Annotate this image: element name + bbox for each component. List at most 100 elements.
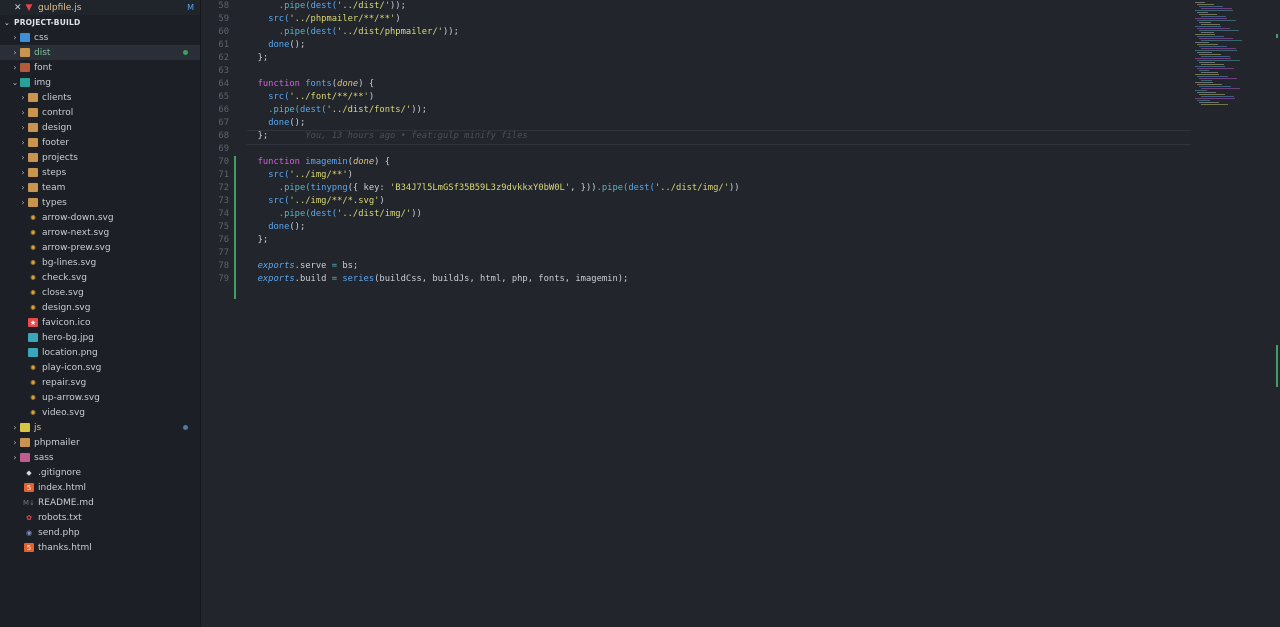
gulp-icon: ▼ xyxy=(25,2,33,13)
code-line[interactable]: 76 }; xyxy=(201,234,1191,247)
code-line[interactable]: 66 .pipe(dest('../dist/fonts/')); xyxy=(201,104,1191,117)
code-line[interactable]: 79 exports.build = series(buildCss, buil… xyxy=(201,273,1191,286)
minimap-line xyxy=(1195,98,1235,99)
svg-file-icon: ✺ xyxy=(30,303,36,312)
project-title: PROJECT-BUILD xyxy=(14,18,81,27)
file-check-svg[interactable]: ✺ check.svg xyxy=(0,270,200,285)
code-line[interactable]: 60 .pipe(dest('../dist/phpmailer/')); xyxy=(201,26,1191,39)
svg-file-icon: ✺ xyxy=(30,363,36,372)
folder-dist[interactable]: › dist xyxy=(0,45,200,60)
close-icon[interactable]: ✕ xyxy=(14,3,24,13)
file-design-svg[interactable]: ✺ design.svg xyxy=(0,300,200,315)
folder-steps[interactable]: › steps xyxy=(0,165,200,180)
code-line[interactable]: 59 src('../phpmailer/**/**') xyxy=(201,13,1191,26)
vertical-scrollbar[interactable] xyxy=(1273,0,1280,627)
code-token: '../dist/img/' xyxy=(337,209,412,219)
file-close-svg[interactable]: ✺ close.svg xyxy=(0,285,200,300)
file-arrow-prew-svg[interactable]: ✺ arrow-prew.svg xyxy=(0,240,200,255)
file-arrow-next-svg[interactable]: ✺ arrow-next.svg xyxy=(0,225,200,240)
code-editor[interactable]: 58 .pipe(dest('../dist/')); 59 src('../ph… xyxy=(201,0,1280,627)
code-line[interactable]: 65 src('../font/**/**') xyxy=(201,91,1191,104)
folder-css[interactable]: › css xyxy=(0,30,200,45)
folder-clients[interactable]: › clients xyxy=(0,90,200,105)
php-folder-icon xyxy=(20,438,30,447)
folder-js[interactable]: › js xyxy=(0,420,200,435)
explorer-sidebar: ✕ ▼ gulpfile.js M ⌄ PROJECT-BUILD › css › d… xyxy=(0,0,201,627)
tree-item-label: robots.txt xyxy=(38,512,82,523)
code-token: dest( xyxy=(310,1,338,11)
code-line[interactable]: 69 xyxy=(201,143,1191,156)
folder-font[interactable]: › font xyxy=(0,60,200,75)
file-index-html[interactable]: 5 index.html xyxy=(0,480,200,495)
line-number: 66 xyxy=(218,105,229,115)
folder-img[interactable]: ⌄ img xyxy=(0,75,200,90)
open-editor-gulpfile[interactable]: ✕ ▼ gulpfile.js M xyxy=(0,0,200,15)
code-line[interactable]: 68 }; You, 13 hours ago • feat:gulp mini… xyxy=(201,130,1191,143)
code-line[interactable]: 73 src('../img/**/*.svg') xyxy=(201,195,1191,208)
folder-projects[interactable]: › projects xyxy=(0,150,200,165)
file-bg-lines-svg[interactable]: ✺ bg-lines.svg xyxy=(0,255,200,270)
code-line[interactable]: 62 }; xyxy=(201,52,1191,65)
code-line[interactable]: 64 function fonts(done) { xyxy=(201,78,1191,91)
file-robots-txt[interactable]: ✿ robots.txt xyxy=(0,510,200,525)
file-arrow-down-svg[interactable]: ✺ arrow-down.svg xyxy=(0,210,200,225)
minimap[interactable] xyxy=(1193,0,1273,110)
chevron-right-icon: › xyxy=(21,198,25,207)
code-line[interactable]: 77 xyxy=(201,247,1191,260)
file-favicon-ico[interactable]: ★ favicon.ico xyxy=(0,315,200,330)
folder-footer[interactable]: › footer xyxy=(0,135,200,150)
file-play-icon-svg[interactable]: ✺ play-icon.svg xyxy=(0,360,200,375)
file-send-php[interactable]: ◉ send.php xyxy=(0,525,200,540)
tree-item-label: arrow-next.svg xyxy=(42,227,110,238)
file-readme-md[interactable]: M↓ README.md xyxy=(0,495,200,510)
code-line[interactable]: 58 .pipe(dest('../dist/')); xyxy=(201,0,1191,13)
folder-types[interactable]: › types xyxy=(0,195,200,210)
code-line[interactable]: 70 function imagemin(done) { xyxy=(201,156,1191,169)
file-repair-svg[interactable]: ✺ repair.svg xyxy=(0,375,200,390)
code-line[interactable]: 71 src('../img/**') xyxy=(201,169,1191,182)
php-file-icon: ◉ xyxy=(25,528,33,537)
code-line[interactable]: 67 done(); xyxy=(201,117,1191,130)
minimap-line xyxy=(1197,52,1212,53)
folder-design[interactable]: › design xyxy=(0,120,200,135)
code-token: )); xyxy=(411,105,428,115)
code-token: exports xyxy=(257,261,295,271)
line-number: 70 xyxy=(218,157,229,167)
minimap-line xyxy=(1199,46,1227,47)
minimap-line xyxy=(1195,74,1219,75)
code-line[interactable]: 61 done(); xyxy=(201,39,1191,52)
folder-phpmailer[interactable]: › phpmailer xyxy=(0,435,200,450)
font-folder-icon xyxy=(20,63,30,72)
file-thanks-html[interactable]: 5 thanks.html xyxy=(0,540,200,555)
file-hero-bg-jpg[interactable]: hero-bg.jpg xyxy=(0,330,200,345)
code-token: bs; xyxy=(337,261,359,271)
code-token: function xyxy=(257,79,306,89)
code-token: ) { xyxy=(374,157,391,167)
git-status-dot xyxy=(183,425,188,430)
file--gitignore[interactable]: ◆ .gitignore xyxy=(0,465,200,480)
file-location-png[interactable]: location.png xyxy=(0,345,200,360)
code-line[interactable]: 74 .pipe(dest('../dist/img/')) xyxy=(201,208,1191,221)
folder-team[interactable]: › team xyxy=(0,180,200,195)
code-line[interactable]: 78 exports.serve = bs; xyxy=(201,260,1191,273)
code-line[interactable]: 75 done(); xyxy=(201,221,1191,234)
file-up-arrow-svg[interactable]: ✺ up-arrow.svg xyxy=(0,390,200,405)
folder-sass[interactable]: › sass xyxy=(0,450,200,465)
folder-icon xyxy=(28,138,38,147)
code-line[interactable]: 72 .pipe(tinypng({ key: 'B34J7l5LmGSf35B… xyxy=(201,182,1191,195)
explorer-section-header[interactable]: ⌄ PROJECT-BUILD xyxy=(0,15,200,30)
line-number: 71 xyxy=(218,170,229,180)
chevron-down-icon: ⌄ xyxy=(4,18,11,27)
code-token: }; xyxy=(247,131,269,141)
code-line[interactable]: 63 xyxy=(201,65,1191,78)
folder-control[interactable]: › control xyxy=(0,105,200,120)
code-token: done xyxy=(352,157,375,167)
folder-icon xyxy=(28,198,38,207)
file-video-svg[interactable]: ✺ video.svg xyxy=(0,405,200,420)
